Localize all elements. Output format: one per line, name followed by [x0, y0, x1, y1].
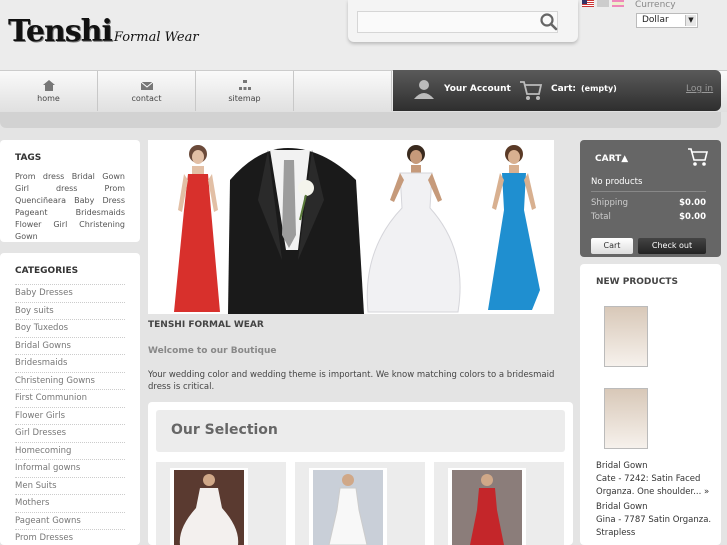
page-title: TENSHI FORMAL WEAR	[148, 320, 264, 330]
new-product-2[interactable]: Bridal Gown Gina - 7787 Satin Organza. S…	[596, 501, 714, 540]
categories-panel: CATEGORIES Baby Dresses Boy suits Boy Tu…	[0, 253, 140, 545]
new-products-panel: NEW PRODUCTS Bridal Gown Cate - 7242: Sa…	[580, 264, 721, 545]
cart-icon	[520, 81, 543, 100]
category-item[interactable]: Informal gowns	[15, 459, 125, 477]
new-product-2-category: Bridal Gown	[596, 502, 648, 512]
red-gown-figure	[174, 145, 220, 312]
selection-header: Our Selection	[156, 410, 565, 452]
shipping-value: $0.00	[679, 198, 706, 208]
nav-home[interactable]: home	[0, 71, 98, 111]
nav-contact-label: contact	[131, 94, 162, 103]
our-selection-panel: Our Selection	[148, 402, 573, 545]
checkout-button[interactable]: Check out	[638, 238, 706, 254]
search-icon[interactable]	[539, 12, 559, 32]
blue-gown-figure	[488, 145, 540, 310]
welcome-heading: Welcome to our Boutique	[148, 346, 277, 356]
category-item[interactable]: Flower Girls	[15, 406, 125, 425]
site-header: Tenshi Formal Wear Currency Dollar ▼	[0, 0, 727, 70]
nav-contact[interactable]: contact	[98, 71, 196, 111]
categories-title: CATEGORIES	[15, 266, 79, 276]
groom-figure	[228, 148, 364, 314]
total-value: $0.00	[679, 212, 706, 222]
search-input[interactable]	[357, 11, 558, 33]
shipping-label: Shipping	[591, 198, 629, 208]
tags-title: TAGS	[15, 153, 42, 163]
category-item[interactable]: Mothers	[15, 494, 125, 512]
login-link[interactable]: Log in	[686, 84, 713, 94]
new-products-title: NEW PRODUCTS	[596, 277, 678, 287]
cart-shipping-row: Shipping $0.00	[591, 198, 706, 208]
sitemap-icon	[238, 80, 251, 90]
cart-button[interactable]: Cart	[591, 238, 633, 254]
new-product-1-category: Bridal Gown	[596, 461, 648, 471]
banner-image	[174, 145, 540, 314]
category-item[interactable]: Bridal Gowns	[15, 336, 125, 355]
cart-block: CART▲ No products Shipping $0.00 Total $…	[580, 140, 721, 257]
category-item[interactable]: Homecoming	[15, 441, 125, 460]
hero-banner	[148, 140, 554, 314]
home-icon	[42, 80, 55, 91]
your-account-link[interactable]: Your Account	[444, 84, 511, 94]
product-image[interactable]	[170, 468, 248, 545]
product-tile[interactable]	[295, 462, 425, 545]
cart-title-text: CART	[595, 154, 622, 164]
white-gown-figure	[366, 145, 461, 313]
logo-sub-text: Formal Wear	[113, 30, 199, 45]
tags-panel: TAGS Prom dress Bridal Gown Girl dress P…	[0, 140, 140, 242]
caret-up-icon: ▲	[621, 154, 629, 164]
category-list: Baby Dresses Boy suits Boy Tuxedos Brida…	[15, 284, 125, 545]
site-logo[interactable]: Tenshi Formal Wear	[8, 14, 199, 49]
new-product-1-desc: Cate - 7242: Satin Faced Organza. One sh…	[596, 474, 710, 497]
nav-subbar	[0, 112, 721, 128]
cart-no-products: No products	[591, 177, 706, 192]
tag-cloud[interactable]: Prom dress Bridal Gown Girl dress Prom Q…	[15, 171, 125, 243]
logo-main-text: Tenshi	[8, 14, 113, 49]
category-item[interactable]: Baby Dresses	[15, 284, 125, 302]
flag-es-icon[interactable]	[612, 0, 624, 7]
mail-icon	[140, 81, 153, 90]
cart-total-row: Total $0.00	[591, 212, 706, 222]
category-item[interactable]: First Communion	[15, 389, 125, 407]
new-product-image[interactable]	[604, 388, 648, 449]
cart-block-title[interactable]: CART▲	[595, 154, 628, 164]
chevron-down-icon: ▼	[685, 15, 696, 26]
total-label: Total	[591, 212, 611, 222]
flag-us-icon[interactable]	[582, 0, 594, 7]
category-item[interactable]: Prom Dresses	[15, 529, 125, 545]
currency-value: Dollar	[642, 15, 669, 25]
nav-sitemap[interactable]: sitemap	[196, 71, 294, 111]
category-item[interactable]: Boy Tuxedos	[15, 319, 125, 337]
currency-select[interactable]: Dollar ▼	[636, 13, 698, 28]
currency-label: Currency	[635, 0, 676, 10]
category-item[interactable]: Bridesmaids	[15, 354, 125, 372]
new-product-2-desc: Gina - 7787 Satin Organza. Strapless	[596, 515, 712, 538]
nav-home-label: home	[37, 94, 60, 103]
flag-gb-icon[interactable]	[597, 0, 609, 7]
cart-icon	[688, 148, 709, 166]
user-icon	[414, 80, 434, 99]
intro-text: Your wedding color and wedding theme is …	[148, 370, 555, 392]
nav-spacer	[294, 71, 392, 111]
category-item[interactable]: Girl Dresses	[15, 424, 125, 442]
category-item[interactable]: Christening Gowns	[15, 371, 125, 390]
product-image[interactable]	[309, 468, 387, 545]
language-flags	[582, 0, 624, 7]
cart-link[interactable]: Cart:	[551, 84, 576, 94]
selection-title: Our Selection	[171, 422, 278, 438]
category-item[interactable]: Men Suits	[15, 476, 125, 495]
product-tile[interactable]	[156, 462, 286, 545]
new-product-image[interactable]	[604, 306, 648, 367]
new-product-1[interactable]: Bridal Gown Cate - 7242: Satin Faced Org…	[596, 460, 714, 499]
product-image[interactable]	[448, 468, 526, 545]
nav-sitemap-label: sitemap	[228, 94, 261, 103]
category-item[interactable]: Boy suits	[15, 301, 125, 320]
product-tile[interactable]	[434, 462, 564, 545]
category-item[interactable]: Pageant Gowns	[15, 511, 125, 530]
account-bar: Your Account Cart: (empty) Log in	[393, 70, 721, 111]
cart-status: (empty)	[581, 84, 617, 93]
